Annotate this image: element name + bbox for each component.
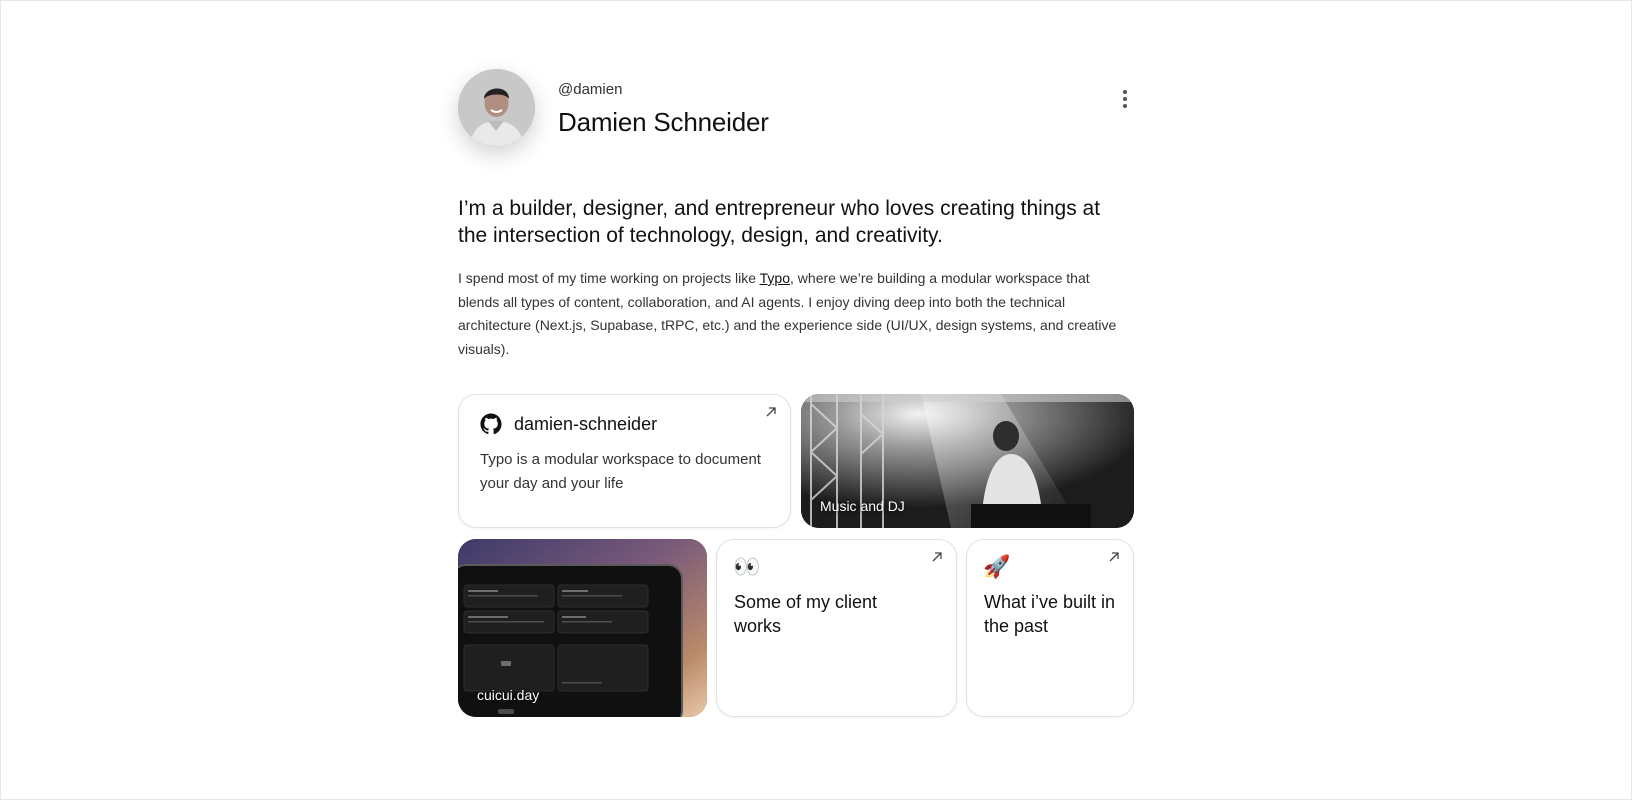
typo-link[interactable]: Typo	[760, 270, 790, 286]
rocket-icon: 🚀	[983, 554, 1011, 579]
headline: I’m a builder, designer, and entrepreneu…	[458, 197, 1101, 247]
eyes-icon: 👀	[733, 554, 761, 579]
music-dj-label: Music and DJ	[820, 498, 905, 514]
external-link-icon[interactable]	[764, 405, 778, 419]
client-works-card[interactable]: 👀 Some of my client works	[716, 539, 957, 717]
music-dj-card[interactable]: Music and DJ	[801, 394, 1134, 528]
github-card-description: Typo is a modular workspace to document …	[480, 451, 761, 492]
github-card[interactable]: damien-schneider Typo is a modular works…	[458, 394, 791, 528]
profile-name: Damien Schneider	[558, 107, 769, 137]
github-card-title: damien-schneider	[514, 414, 658, 434]
external-link-icon[interactable]	[930, 550, 944, 564]
bio-text-before: I spend most of my time working on proje…	[458, 270, 760, 286]
built-past-card[interactable]: 🚀 What i’ve built in the past	[966, 539, 1134, 717]
cuicui-card[interactable]: cuicui.day	[458, 539, 707, 717]
client-works-title: Some of my client works	[734, 592, 878, 636]
bio-paragraph: I spend most of my time working on proje…	[458, 267, 1118, 361]
avatar[interactable]	[458, 69, 535, 146]
built-past-title: What i’ve built in the past	[984, 592, 1116, 636]
github-icon	[480, 413, 502, 435]
cuicui-label: cuicui.day	[477, 687, 540, 703]
more-options-icon[interactable]	[1118, 87, 1132, 111]
external-link-icon[interactable]	[1107, 550, 1121, 564]
profile-handle: @damien	[558, 81, 623, 98]
